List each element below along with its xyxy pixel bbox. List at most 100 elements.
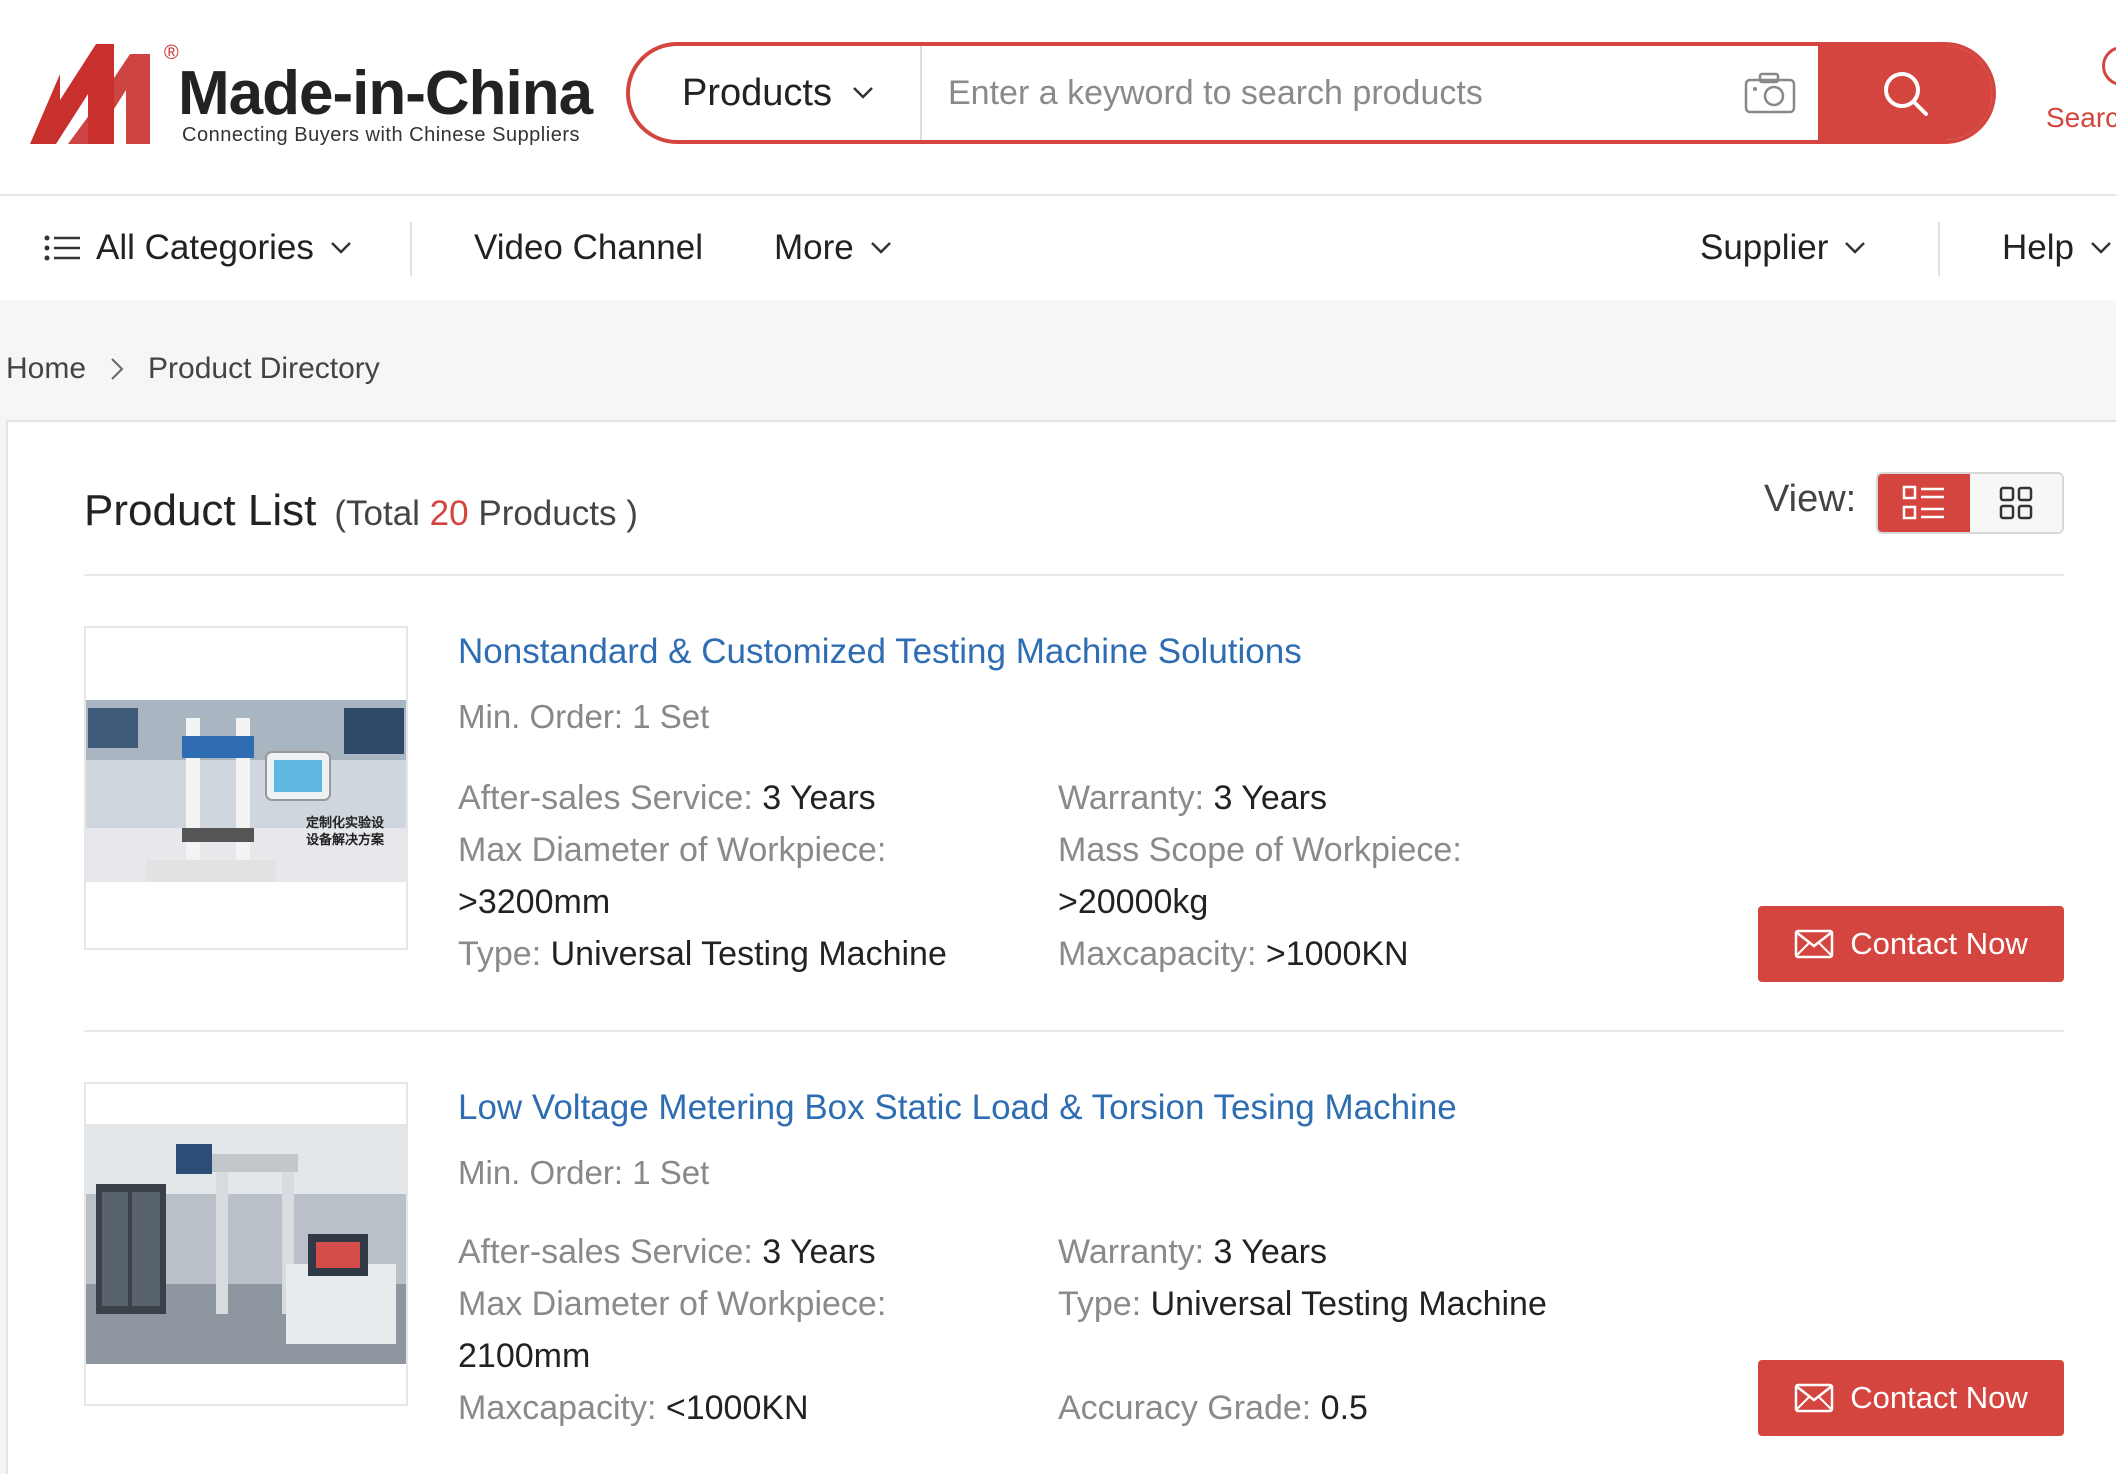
attr-value: 0.5 [1320, 1389, 1368, 1427]
attr-value: >20000kg [1058, 883, 1209, 921]
search-bar: Products [626, 42, 1996, 144]
contact-now-label: Contact Now [1850, 926, 2028, 961]
nav-video-channel-label: Video Channel [474, 228, 703, 267]
contact-now-button[interactable]: Contact Now [1758, 1360, 2064, 1436]
logo-m-icon [30, 44, 150, 144]
attr-value: Universal Testing Machine [550, 935, 947, 973]
view-label: View: [1764, 478, 1857, 520]
product-attr: Type: Universal Testing Machine [458, 928, 1018, 980]
attr-key: Type: [1058, 1285, 1142, 1323]
chevron-down-icon [331, 242, 351, 254]
list-menu-icon [44, 235, 80, 261]
product-attr: After-sales Service: 3 Years [458, 1226, 1018, 1278]
product-attr: Type: Universal Testing Machine [1058, 1278, 1818, 1330]
search-category-label: Products [682, 71, 832, 114]
testing-lab-photo [86, 1124, 406, 1364]
page-title: Product List [84, 486, 317, 535]
search-category-select[interactable]: Products [630, 46, 922, 140]
product-attr: Warranty: 3 Years [1058, 772, 1618, 824]
contact-now-button[interactable]: Contact Now [1758, 906, 2064, 982]
product-attr: Maxcapacity: <1000KN [458, 1382, 1018, 1434]
product-attr: Max Diameter of Workpiece: 2100mm [458, 1278, 1018, 1382]
nav-more-label: More [774, 228, 854, 267]
nav-supplier[interactable]: Supplier [1700, 196, 1866, 300]
attr-key: Maxcapacity: [458, 1389, 657, 1427]
grid-view-button[interactable] [1970, 474, 2062, 532]
list-divider [84, 574, 2064, 576]
breadcrumb-home[interactable]: Home [6, 352, 86, 386]
nav-separator [410, 222, 412, 276]
testing-machine-photo [86, 700, 406, 882]
product-attr: Warranty: 3 Years [1058, 1226, 1618, 1278]
nav-video-channel[interactable]: Video Channel [474, 196, 703, 300]
product-title-link[interactable]: Nonstandard & Customized Testing Machine… [458, 632, 1302, 672]
nav-separator [1938, 222, 1940, 276]
camera-icon [1744, 72, 1796, 114]
thumbnail-caption: 定制化实验设 设备解决方案 [306, 815, 385, 847]
search-icon [1884, 72, 1928, 116]
list-view-button[interactable] [1878, 474, 1970, 532]
attr-key: Accuracy Grade: [1058, 1389, 1312, 1427]
attr-key: After-sales Service: [458, 1233, 753, 1271]
attr-key: Type: [458, 935, 542, 973]
product-attr: Mass Scope of Workpiece: >20000kg [1058, 824, 1618, 928]
search-input[interactable] [922, 46, 1722, 140]
product-attr: Accuracy Grade: 0.5 [1058, 1382, 1618, 1434]
grid-view-icon [1999, 486, 2033, 520]
product-min-order: Min. Order: 1 Set [458, 698, 710, 735]
product-attr: After-sales Service: 3 Years [458, 772, 1018, 824]
nav-all-categories-label: All Categories [96, 228, 314, 267]
product-thumbnail[interactable]: 定制化实验设 设备解决方案 [84, 626, 408, 950]
mail-icon [1795, 1383, 1834, 1413]
product-title-link[interactable]: Low Voltage Metering Box Static Load & T… [458, 1088, 1457, 1128]
nav-more[interactable]: More [774, 196, 892, 300]
attr-value: >3200mm [458, 883, 611, 921]
list-view-icon [1902, 485, 1944, 520]
attr-value: <1000KN [665, 1389, 809, 1427]
site-logo[interactable]: ® Made-in-China Connecting Buyers with C… [30, 42, 593, 152]
attr-key: Warranty: [1058, 779, 1205, 817]
nav-help[interactable]: Help [2002, 196, 2112, 300]
total-suffix: Products ) [478, 494, 638, 533]
chevron-down-icon [1845, 242, 1866, 254]
site-header: ® Made-in-China Connecting Buyers with C… [0, 0, 2116, 196]
contact-now-label: Contact Now [1850, 1380, 2028, 1415]
header-search-shortcut[interactable]: Searc [2046, 42, 2116, 142]
nav-supplier-label: Supplier [1700, 228, 1829, 267]
attr-value: Universal Testing Machine [1150, 1285, 1547, 1323]
product-list-heading: Product List (Total 20 Products ) [84, 486, 638, 536]
total-prefix: (Total [334, 494, 420, 533]
attr-key: Maxcapacity: [1058, 935, 1257, 973]
attr-value: 2100mm [458, 1337, 591, 1375]
chevron-down-icon [853, 87, 873, 99]
attr-value: 3 Years [762, 779, 876, 817]
mail-icon [1795, 929, 1834, 959]
search-button[interactable] [1818, 46, 1992, 140]
product-attr: Max Diameter of Workpiece: >3200mm [458, 824, 1018, 928]
nav-all-categories[interactable]: All Categories [44, 196, 352, 300]
main-nav: All Categories Video Channel More Suppli… [0, 196, 2116, 300]
attr-value: >1000KN [1265, 935, 1409, 973]
product-attr: Maxcapacity: >1000KN [1058, 928, 1618, 980]
list-divider [84, 1030, 2064, 1032]
attr-key: After-sales Service: [458, 779, 753, 817]
chevron-right-icon [111, 358, 124, 380]
attr-value: 3 Years [762, 1233, 876, 1271]
attr-value: 3 Years [1213, 1233, 1327, 1271]
image-search-button[interactable] [1722, 46, 1818, 140]
product-thumbnail[interactable] [84, 1082, 408, 1406]
product-total: (Total 20 Products ) [334, 494, 638, 534]
header-search-label: Searc [2046, 102, 2116, 133]
attr-value: 3 Years [1213, 779, 1327, 817]
logo-wordmark: Made-in-China [178, 59, 593, 128]
attr-key: Max Diameter of Workpiece: [458, 831, 887, 869]
attr-key: Warranty: [1058, 1233, 1205, 1271]
logo-tagline: Connecting Buyers with Chinese Suppliers [182, 124, 580, 146]
breadcrumb: Home Product Directory [6, 352, 380, 386]
nav-help-label: Help [2002, 228, 2074, 267]
total-count: 20 [429, 494, 469, 533]
registered-mark: ® [164, 42, 179, 64]
search-circle-icon [2102, 46, 2116, 86]
product-min-order: Min. Order: 1 Set [458, 1154, 710, 1191]
view-toggle [1876, 472, 2064, 534]
